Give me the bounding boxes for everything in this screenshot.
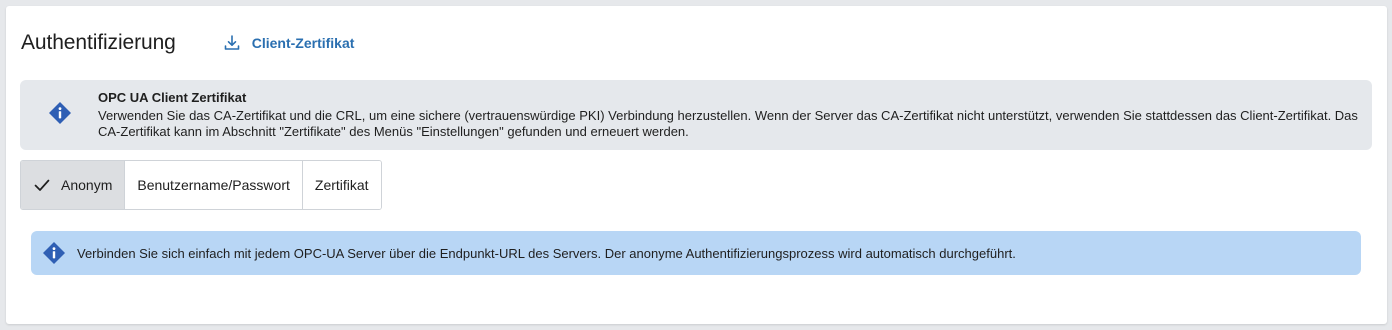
download-icon bbox=[223, 34, 241, 52]
check-icon bbox=[33, 176, 51, 194]
info-icon bbox=[48, 101, 72, 125]
info-icon bbox=[42, 241, 66, 265]
notice-heading: OPC UA Client Zertifikat bbox=[98, 90, 247, 105]
anonymous-info-bar: Verbinden Sie sich einfach mit jedem OPC… bbox=[31, 231, 1361, 275]
notice-body: Verwenden Sie das CA-Zertifikat und die … bbox=[98, 108, 1358, 139]
auth-mode-anonymous[interactable]: Anonym bbox=[21, 161, 125, 209]
info-bar-text: Verbinden Sie sich einfach mit jedem OPC… bbox=[77, 245, 1016, 261]
auth-mode-label: Benutzername/Passwort bbox=[137, 177, 290, 193]
auth-mode-certificate[interactable]: Zertifikat bbox=[301, 161, 381, 209]
authentication-card: Authentifizierung Client-Zertifikat OPC … bbox=[6, 6, 1387, 324]
auth-mode-label: Zertifikat bbox=[314, 177, 369, 193]
authentication-mode-selector: Anonym Benutzername/Passwort Zertifikat bbox=[20, 160, 382, 210]
download-link-label: Client-Zertifikat bbox=[251, 35, 355, 51]
auth-mode-label: Anonym bbox=[61, 177, 113, 193]
card-header: Authentifizierung Client-Zertifikat bbox=[21, 30, 354, 56]
client-certificate-notice: OPC UA Client Zertifikat Verwenden Sie d… bbox=[20, 80, 1372, 150]
download-client-certificate-link[interactable]: Client-Zertifikat bbox=[223, 34, 355, 52]
page-title: Authentifizierung bbox=[21, 31, 176, 54]
auth-mode-username-password[interactable]: Benutzername/Passwort bbox=[124, 161, 302, 209]
